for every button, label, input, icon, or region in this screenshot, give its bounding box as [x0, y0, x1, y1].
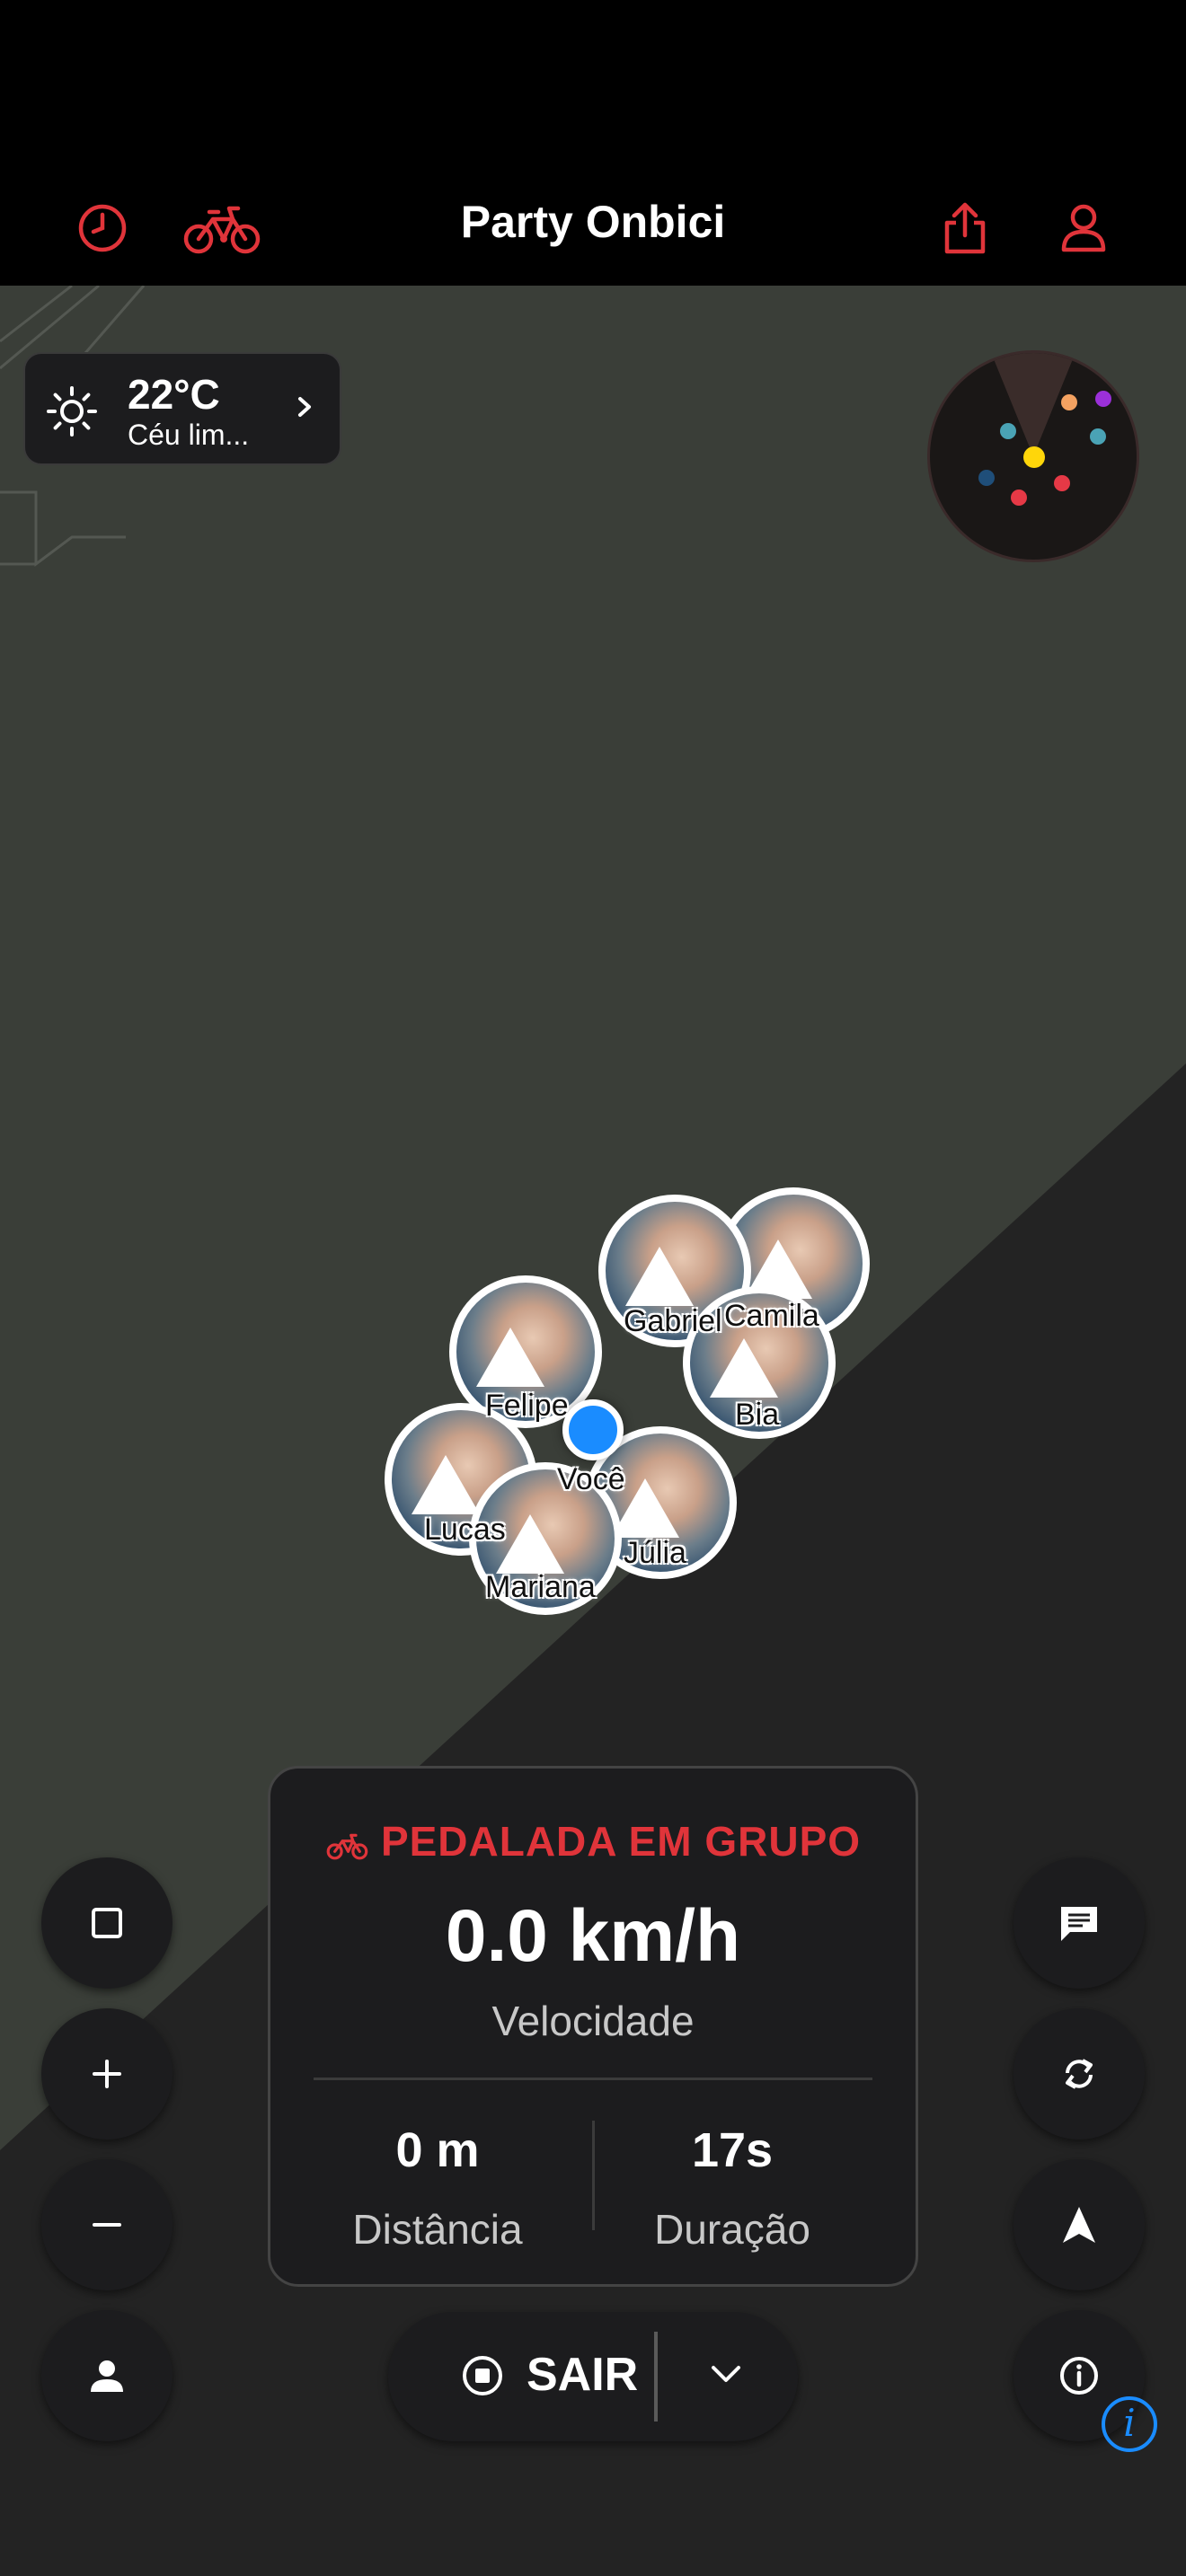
- stop-button[interactable]: [41, 1857, 173, 1989]
- distance-value: 0 m: [395, 2123, 480, 2177]
- my-location-dot: [562, 1399, 624, 1460]
- radar-dot: [1061, 394, 1077, 410]
- marker-label: Felipe: [485, 1389, 569, 1423]
- status-bar: [0, 0, 1186, 171]
- stop-square-icon: [92, 1908, 122, 1938]
- marker-label: Gabriel: [624, 1304, 722, 1338]
- profile-button[interactable]: [1049, 194, 1118, 262]
- marker-label: Bia: [735, 1398, 780, 1432]
- person-icon: [91, 2360, 123, 2392]
- bike-icon: [326, 1833, 368, 1860]
- group-radar[interactable]: [927, 350, 1139, 562]
- heading-arrow-icon: [710, 1338, 778, 1398]
- radar-dot: [1011, 490, 1027, 506]
- exit-label: SAIR: [527, 2349, 639, 2401]
- radar-dot: [1090, 428, 1106, 445]
- exit-ride-button[interactable]: SAIR: [388, 2312, 798, 2441]
- radar-dot: [978, 470, 995, 486]
- map-attribution-info-icon[interactable]: i: [1102, 2396, 1157, 2452]
- divider: [314, 2078, 872, 2080]
- stop-circle-icon: [463, 2356, 502, 2395]
- navigate-button[interactable]: [1013, 2159, 1145, 2290]
- marker-label: Camila: [724, 1299, 819, 1333]
- duration-value: 17s: [691, 2123, 774, 2177]
- sun-icon: [47, 386, 97, 437]
- refresh-button[interactable]: [1013, 2008, 1145, 2139]
- divider: [654, 2332, 658, 2422]
- page-title: Party Onbici: [460, 197, 726, 247]
- top-bar: Party Onbici: [0, 171, 1186, 286]
- weather-temperature: 22°C: [128, 371, 220, 418]
- marker-label: Lucas: [424, 1513, 506, 1547]
- chat-button[interactable]: [1013, 1857, 1145, 1989]
- speed-value: 0.0 km/h: [445, 1895, 741, 1977]
- weather-widget[interactable]: 22°C Céu lim...: [23, 352, 341, 465]
- speed-label: Velocidade: [491, 1998, 695, 2044]
- heading-arrow-icon: [496, 1514, 564, 1574]
- zoom-in-button[interactable]: [41, 2008, 173, 2139]
- share-icon: [944, 202, 986, 254]
- radar-dot: [1023, 446, 1045, 468]
- duration-label: Duração: [654, 2206, 810, 2253]
- my-profile-button[interactable]: [41, 2310, 173, 2441]
- radar-dot: [1054, 475, 1070, 491]
- heading-arrow-icon: [476, 1328, 544, 1387]
- ride-type-tag: PEDALADA EM GRUPO: [270, 1817, 916, 1866]
- share-button[interactable]: [931, 194, 999, 262]
- info-icon: [1060, 2357, 1098, 2395]
- divider: [592, 2121, 595, 2230]
- distance-label: Distância: [352, 2206, 523, 2253]
- zoom-out-button[interactable]: [41, 2159, 173, 2290]
- heading-arrow-icon: [412, 1455, 480, 1514]
- distance-stat: 0 m Distância: [303, 2122, 572, 2254]
- chevron-right-icon: [298, 397, 311, 417]
- ride-type-label: PEDALADA EM GRUPO: [380, 1818, 862, 1865]
- refresh-icon: [1066, 2059, 1093, 2089]
- radar-dot: [1095, 391, 1111, 407]
- chevron-down-icon[interactable]: [706, 2355, 746, 2395]
- zoom-out-icon: [93, 2223, 121, 2227]
- marker-label: Você: [557, 1462, 625, 1496]
- marker-label: Mariana: [485, 1570, 596, 1604]
- duration-stat: 17s Duração: [597, 2122, 867, 2254]
- chat-icon: [1061, 1907, 1097, 1941]
- radar-dot: [1000, 423, 1016, 439]
- marker-label: Júlia: [624, 1536, 686, 1570]
- heading-arrow-icon: [625, 1247, 694, 1306]
- weather-condition: Céu lim...: [128, 419, 250, 451]
- profile-icon: [1061, 204, 1106, 252]
- zoom-in-icon: [93, 2060, 121, 2088]
- ride-stats-panel: PEDALADA EM GRUPO 0.0 km/h Velocidade 0 …: [268, 1766, 918, 2287]
- navigate-icon: [1063, 2207, 1095, 2243]
